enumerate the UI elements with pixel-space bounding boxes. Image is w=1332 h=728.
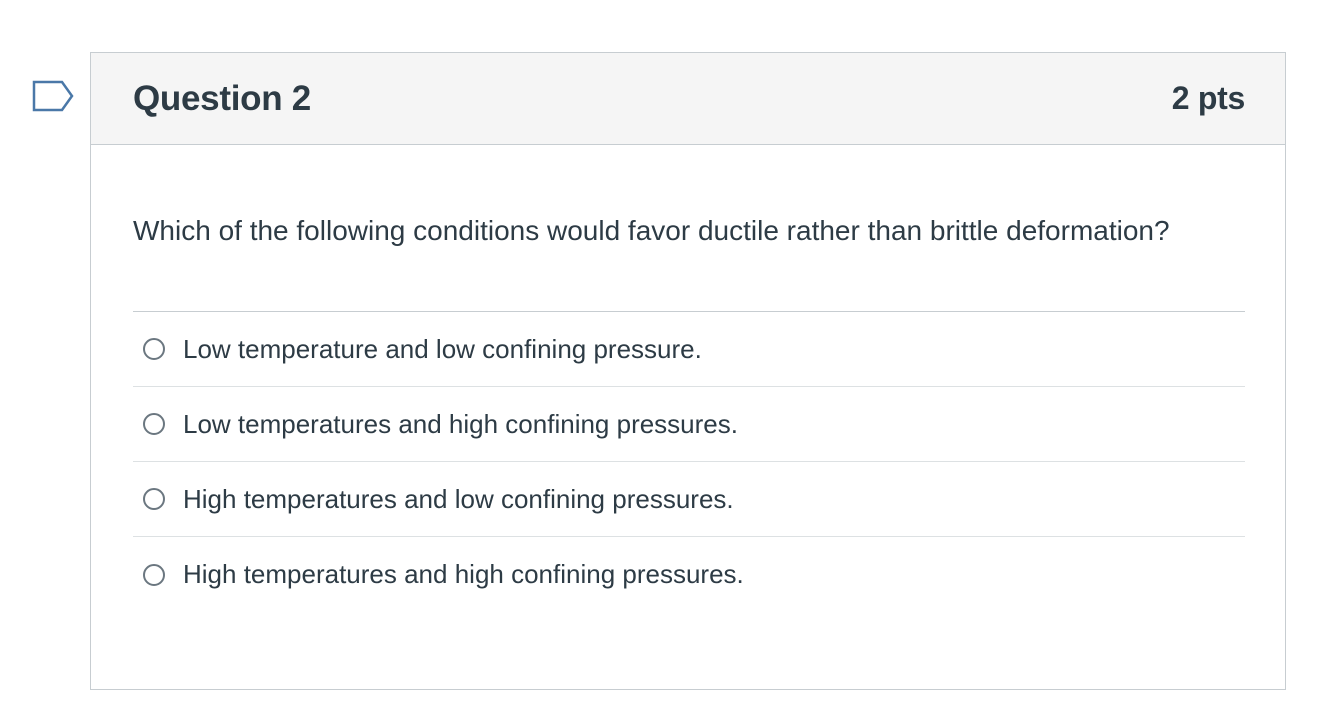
answer-option[interactable]: Low temperature and low confining pressu…	[133, 312, 1245, 387]
question-points: 2 pts	[1171, 80, 1246, 116]
radio-button[interactable]	[143, 338, 165, 360]
radio-button[interactable]	[143, 488, 165, 510]
question-body: Which of the following conditions would …	[91, 145, 1285, 612]
flag-question-icon[interactable]	[32, 80, 74, 114]
question-header: Question 2 2 pts	[91, 53, 1285, 145]
answer-option[interactable]: High temperatures and low confining pres…	[133, 462, 1245, 537]
answer-option[interactable]: Low temperatures and high confining pres…	[133, 387, 1245, 462]
question-title: Question 2	[133, 78, 311, 118]
answer-label: High temperatures and low confining pres…	[183, 483, 734, 514]
answer-label: Low temperatures and high confining pres…	[183, 408, 738, 439]
answer-list: Low temperature and low confining pressu…	[133, 311, 1245, 612]
question-text: Which of the following conditions would …	[133, 215, 1170, 246]
radio-button[interactable]	[143, 413, 165, 435]
question-card: Question 2 2 pts Which of the following …	[90, 52, 1286, 690]
answer-option[interactable]: High temperatures and high confining pre…	[133, 537, 1245, 612]
answer-label: Low temperature and low confining pressu…	[183, 333, 702, 364]
radio-button[interactable]	[143, 563, 165, 586]
answer-label: High temperatures and high confining pre…	[183, 559, 744, 589]
